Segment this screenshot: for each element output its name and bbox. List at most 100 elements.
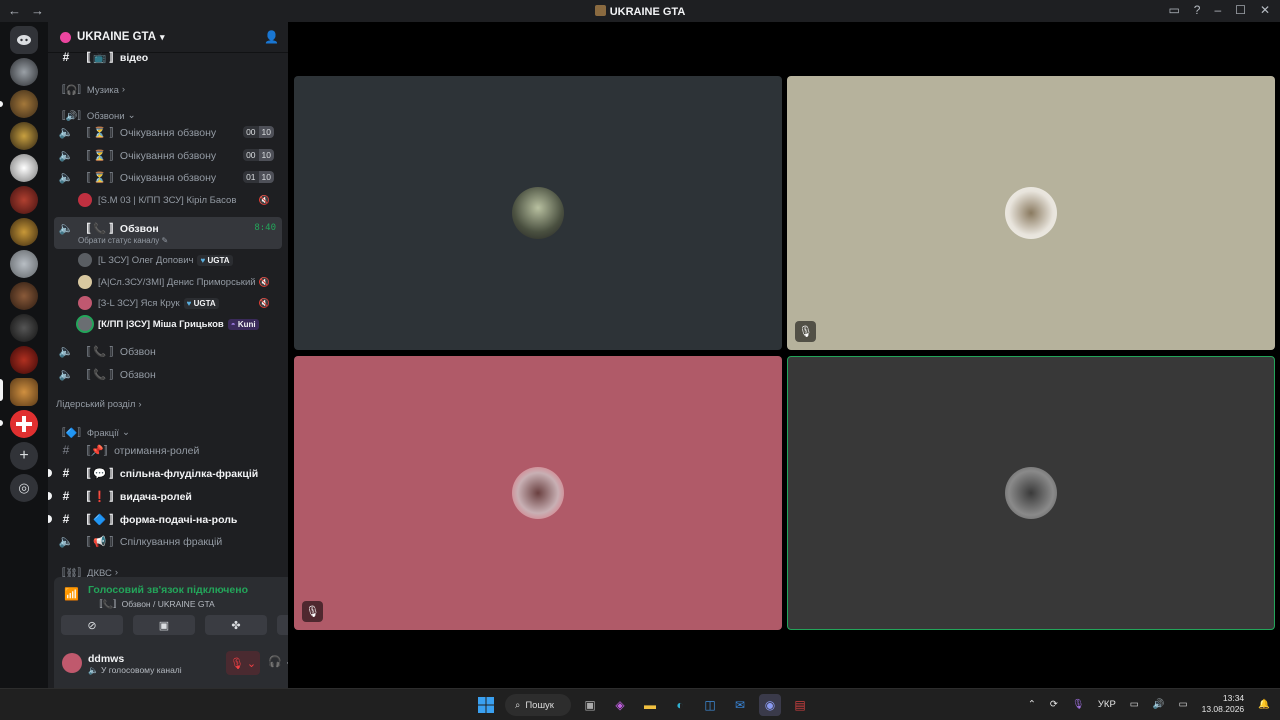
voice-channel-obzvon[interactable]: 🔈 〚 📞 〛Обзвон [54,363,282,385]
edge-browser-icon[interactable]: ◐ [669,694,691,716]
voice-user[interactable]: [З-L ЗСУ] Яся Крук ♥ UGTA 🔇 [78,293,278,313]
chevron-right-icon: › [114,566,119,578]
channel-form[interactable]: # 〚 🔷 〛форма-подачі-на-роль [54,508,282,530]
refresh-icon[interactable]: ⟳ [1050,699,1058,710]
channel-label: 〚 📢 〛Спілкування фракцій [80,535,223,548]
channel-label: 〚📌〛отримання-ролей [80,444,200,457]
inbox-icon[interactable]: ▭ [1168,3,1179,17]
chevron-up-icon[interactable]: ⌃ [1028,699,1036,710]
notification-bell-icon[interactable]: 🔔 [1258,699,1270,710]
server-icon[interactable] [10,122,38,150]
microphone-icon[interactable]: 🎙 [1072,699,1084,710]
channel-sidebar: UKRAINE GTA ▾ 👤 # 〚 📺 〛відео 〚🎧〛Музика › 〚… [48,22,339,705]
set-channel-status[interactable]: Обрати статус каналу ✎ [78,236,168,245]
app-taskbar-icon[interactable]: ▤ [789,694,811,716]
battery-icon[interactable]: ▭ [1179,699,1188,710]
clock[interactable]: 13:34 13.08.2026 [1202,693,1245,715]
participant-tile[interactable]: 🎙 [294,356,782,630]
server-icon[interactable] [10,250,38,278]
participant-tile-speaking[interactable] [787,356,1275,630]
task-view-icon[interactable]: ▣ [579,694,601,716]
category-label: Лідерський розділ [56,399,136,410]
user-status: 🔈 У голосовому каналі [88,665,182,676]
voice-call-stage: 🎙 🎙 [288,22,1280,688]
channel-label: 〚 📺 〛відео [80,51,149,64]
discord-taskbar-icon[interactable]: ◉ [759,694,781,716]
network-icon[interactable]: ▭ [1130,699,1139,710]
participant-avatar [1005,467,1057,519]
voice-channel-wait2[interactable]: 🔈 〚 ⏳ 〛Очікування обзвону 00 10 [54,144,282,166]
windows-logo [478,697,494,713]
clan-badge: ♥ UGTA [197,254,233,266]
voice-user-speaking[interactable]: [К/ПП |ЗСУ] Міша Грицьков ◓ Kuni [78,314,278,334]
activities-button[interactable]: ✤ [205,615,267,635]
chevron-down-icon: ▾ [160,31,165,42]
outlook-icon[interactable]: ✉ [729,694,751,716]
server-icon[interactable] [10,90,38,118]
share-screen-button[interactable]: ▣ [133,615,195,635]
channel-flood[interactable]: # 〚 💬 〛спільна-флуділка-фракцій [54,462,282,484]
category-obzvony[interactable]: 〚🔊〛Обзвони ⌄ [56,108,136,123]
participant-tile[interactable] [294,76,782,350]
call-timer: 8:40 [254,223,276,233]
voice-location[interactable]: 〚📞〛Обзвон / UKRAINE GTA [94,598,215,610]
channel-roles-get[interactable]: # 〚📌〛отримання-ролей [54,439,282,461]
cross-icon [16,416,32,432]
server-icon[interactable] [10,282,38,310]
help-icon[interactable]: ? [1194,3,1201,17]
add-server-button[interactable]: + [10,442,38,470]
participant-tile[interactable]: 🎙 [787,76,1275,350]
avatar [78,275,92,289]
user-avatar[interactable] [62,653,82,673]
category-leaders[interactable]: Лідерський розділ › [56,399,142,410]
mic-muted-button[interactable]: 🎙 ⌄ [226,651,260,675]
file-explorer-icon[interactable]: ▬ [639,694,661,716]
volume-icon[interactable]: 🔊 [1153,699,1165,710]
voice-user[interactable]: [А|Сл.ЗСУ/ЗМІ] Денис Приморський 🔇 [78,272,278,292]
discord-home-button[interactable] [10,26,38,54]
category-music[interactable]: 〚🎧〛Музика › [56,82,126,97]
taskbar-search[interactable]: ⌕ Пошук [505,694,571,716]
voice-channel-talk[interactable]: 🔈 〚 📢 〛Спілкування фракцій [54,530,282,552]
store-icon[interactable]: ◫ [699,694,721,716]
category-fractions[interactable]: 〚🔷〛Фракції ⌄ [56,425,130,440]
channel-label: 〚 📞 〛Обзвон [80,345,156,358]
signal-icon[interactable]: 📶 [64,587,79,601]
server-icon[interactable] [10,410,38,438]
channel-label: 〚 🔷 〛форма-подачі-на-роль [80,513,238,526]
language-indicator[interactable]: УКР [1098,699,1116,710]
channel-roles-give[interactable]: # 〚 ❗ 〛видача-ролей [54,485,282,507]
copilot-icon[interactable]: ◈ [609,694,631,716]
close-icon[interactable]: ✕ [1260,3,1270,17]
invite-member-icon[interactable]: 👤 [264,30,279,44]
channel-label: 〚 ⏳ 〛Очікування обзвону [80,149,217,162]
windows-start-icon[interactable] [475,694,497,716]
avatar [78,193,92,207]
minimize-icon[interactable]: – [1214,3,1221,17]
channel-status-label: Обрати статус каналу [78,236,160,245]
voice-status[interactable]: Голосовий зв'язок підключено [88,584,248,596]
server-icon-ukraine-gta[interactable] [10,378,38,406]
user-area[interactable]: ddmws 🔈 У голосовому каналі 🎙 ⌄ 🎧 ⌄ ⚙ [60,651,324,675]
server-icon[interactable] [10,186,38,214]
maximize-icon[interactable]: ☐ [1235,3,1246,17]
server-icon[interactable] [10,58,38,86]
server-icon[interactable] [10,314,38,342]
channel-video[interactable]: # 〚 📺 〛відео [54,46,282,68]
voice-channel-wait3[interactable]: 🔈 〚 ⏳ 〛Очікування обзвону 01 10 [54,166,282,188]
hash-icon: # [62,50,70,64]
channel-label: 〚 📞 〛Обзвон [80,368,156,381]
voice-channel-obzvon[interactable]: 🔈 〚 📞 〛Обзвон [54,340,282,362]
server-icon[interactable] [10,154,38,182]
server-icon[interactable] [10,218,38,246]
discover-icon[interactable]: ◎ [10,474,38,502]
camera-off-button[interactable]: ⊘ [61,615,123,635]
window-title: UKRAINE GTA [0,5,1280,18]
participant-avatar [1005,187,1057,239]
voice-channel-wait1[interactable]: 🔈 〚 ⏳ 〛Очікування обзвону 00 10 [54,121,282,143]
server-icon[interactable] [10,346,38,374]
clock-time: 13:34 [1222,693,1245,703]
voice-user[interactable]: [L ЗСУ] Олег Допович ♥ UGTA [78,250,278,270]
chevron-right-icon: › [121,83,126,95]
voice-user[interactable]: [S.M 03 | К/ПП ЗСУ] Кіріл Басов 🔇 [78,190,278,210]
